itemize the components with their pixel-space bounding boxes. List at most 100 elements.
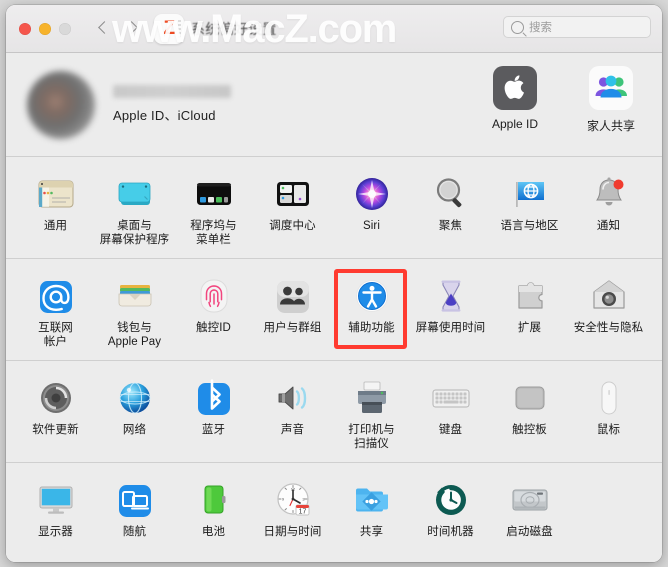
pref-mission-control[interactable]: 调度中心 — [253, 168, 332, 249]
mission-control-icon — [272, 172, 314, 215]
pref-row: 互联网 帐户 钱包与 Apple Pay 触控ID 用户与群组 辅助功能 屏幕使… — [6, 269, 662, 351]
pref-displays[interactable]: 显示器 — [16, 474, 95, 542]
search-field[interactable]: 搜索 — [503, 16, 651, 38]
preferences-content: Apple ID、iCloud Apple ID 家人共享 通用 桌面与 屏幕保… — [6, 53, 662, 562]
pref-label: 共享 — [359, 526, 384, 538]
pref-users-groups[interactable]: 用户与群组 — [253, 270, 332, 351]
sound-icon — [272, 376, 314, 419]
pref-label: 屏幕使用时间 — [415, 322, 486, 334]
apple-id-row[interactable]: Apple ID、iCloud Apple ID 家人共享 — [6, 53, 662, 157]
pref-trackpad[interactable]: 触控板 — [490, 372, 569, 453]
pref-desktop-screensaver[interactable]: 桌面与 屏幕保护程序 — [95, 168, 174, 249]
section-hardware: 软件更新 网络 蓝牙 声音 打印机与 扫描仪 键盘 触控板 鼠标 — [6, 361, 662, 463]
pref-row: 软件更新 网络 蓝牙 声音 打印机与 扫描仪 键盘 触控板 鼠标 — [6, 372, 662, 453]
mouse-icon — [588, 376, 630, 419]
spotlight-icon — [430, 172, 472, 215]
minimize-button[interactable] — [39, 22, 51, 35]
pref-label: 桌面与 屏幕保护程序 — [99, 220, 170, 246]
pref-touch-id[interactable]: 触控ID — [174, 270, 253, 351]
pref-label: 钱包与 Apple Pay — [107, 322, 162, 348]
pref-label: 辅助功能 — [348, 322, 395, 334]
pref-siri[interactable]: Siri — [332, 168, 411, 249]
pref-label: 打印机与 扫描仪 — [348, 424, 395, 450]
pref-dock-menubar[interactable]: 程序坞与 菜单栏 — [174, 168, 253, 249]
date-time-icon: 12 3 9 17 — [272, 478, 314, 521]
pref-label: 电池 — [201, 526, 226, 538]
pref-label: 显示器 — [38, 526, 73, 538]
family-sharing-icon — [589, 66, 633, 110]
pref-label: Apple ID — [491, 117, 539, 131]
time-machine-icon — [430, 478, 472, 521]
pref-label: 用户与群组 — [263, 322, 322, 334]
pref-time-machine[interactable]: 时间机器 — [411, 474, 490, 542]
pref-wallet-applepay[interactable]: 钱包与 Apple Pay — [95, 270, 174, 351]
pref-label: 扩展 — [517, 322, 542, 334]
displays-icon — [35, 478, 77, 521]
pref-label: 调度中心 — [269, 220, 316, 232]
pref-printers-scanners[interactable]: 打印机与 扫描仪 — [332, 372, 411, 453]
pref-label: 随航 — [122, 526, 147, 538]
close-button[interactable] — [19, 22, 31, 35]
pref-label: 时间机器 — [427, 526, 474, 538]
startup-disk-icon — [509, 478, 551, 521]
pref-label: 安全性与隐私 — [573, 322, 644, 334]
pref-accessibility[interactable]: 辅助功能 — [332, 269, 411, 351]
pref-label: 日期与时间 — [263, 526, 322, 538]
avatar[interactable] — [27, 70, 95, 139]
back-chevron-icon[interactable] — [98, 23, 109, 34]
keyboard-icon — [430, 376, 472, 419]
pref-spotlight[interactable]: 聚焦 — [411, 168, 490, 249]
pref-startup-disk[interactable]: 启动磁盘 — [490, 474, 569, 542]
pref-date-time[interactable]: 12 3 9 17 日期与时间 — [253, 474, 332, 542]
section-system: 显示器 随航 电池 12 3 9 17 日期与时间 共享 时间机器 启动磁盘 — [6, 463, 662, 551]
pref-screen-time[interactable]: 屏幕使用时间 — [411, 270, 490, 351]
zoom-button[interactable] — [59, 22, 71, 35]
sidecar-icon — [114, 478, 156, 521]
software-update-icon — [35, 376, 77, 419]
pref-language-region[interactable]: 语言与地区 — [490, 168, 569, 249]
sharing-icon — [351, 478, 393, 521]
pref-internet-accounts[interactable]: 互联网 帐户 — [16, 270, 95, 351]
bluetooth-icon — [193, 376, 235, 419]
pref-notifications[interactable]: 通知 — [569, 168, 648, 249]
logo-letter: Z — [163, 18, 175, 39]
pref-label: 语言与地区 — [500, 220, 559, 232]
pref-label: 鼠标 — [596, 424, 621, 436]
trackpad-icon — [509, 376, 551, 419]
pref-row: 通用 桌面与 屏幕保护程序 程序坞与 菜单栏 调度中心 Siri 聚焦 语言与地… — [6, 168, 662, 249]
pref-label: 软件更新 — [32, 424, 79, 436]
extensions-icon — [509, 274, 551, 317]
printers-scanners-icon — [351, 376, 393, 419]
pref-apple-id[interactable]: Apple ID — [479, 66, 551, 134]
search-placeholder: 搜索 — [529, 22, 552, 34]
battery-icon — [193, 478, 235, 521]
pref-sharing[interactable]: 共享 — [332, 474, 411, 542]
page-title: 系统偏好设置 — [191, 20, 277, 37]
pref-bluetooth[interactable]: 蓝牙 — [174, 372, 253, 453]
pref-software-update[interactable]: 软件更新 — [16, 372, 95, 453]
general-icon — [35, 172, 77, 215]
forward-chevron-icon[interactable] — [126, 23, 137, 34]
navigation-controls — [98, 23, 137, 34]
pref-battery[interactable]: 电池 — [174, 474, 253, 542]
account-shortcuts: Apple ID 家人共享 — [479, 66, 647, 134]
pref-sound[interactable]: 声音 — [253, 372, 332, 453]
language-region-icon — [509, 172, 551, 215]
pref-extensions[interactable]: 扩展 — [490, 270, 569, 351]
pref-keyboard[interactable]: 键盘 — [411, 372, 490, 453]
pref-security-privacy[interactable]: 安全性与隐私 — [569, 270, 648, 351]
system-preferences-window: Z 系统偏好设置 www.MacZ.com 搜索 Apple ID、iCloud — [6, 5, 662, 562]
pref-label: 通知 — [596, 220, 621, 232]
pref-network[interactable]: 网络 — [95, 372, 174, 453]
security-privacy-icon — [588, 274, 630, 317]
pref-sidecar[interactable]: 随航 — [95, 474, 174, 542]
pref-mouse[interactable]: 鼠标 — [569, 372, 648, 453]
pref-general[interactable]: 通用 — [16, 168, 95, 249]
pref-row: 显示器 随航 电池 12 3 9 17 日期与时间 共享 时间机器 启动磁盘 — [6, 474, 662, 542]
account-name-redacted — [113, 85, 231, 98]
pref-label: 通用 — [43, 220, 68, 232]
pref-label: 键盘 — [438, 424, 463, 436]
users-groups-icon — [272, 274, 314, 317]
dock-menubar-icon — [193, 172, 235, 215]
pref-family-sharing[interactable]: 家人共享 — [575, 66, 647, 134]
